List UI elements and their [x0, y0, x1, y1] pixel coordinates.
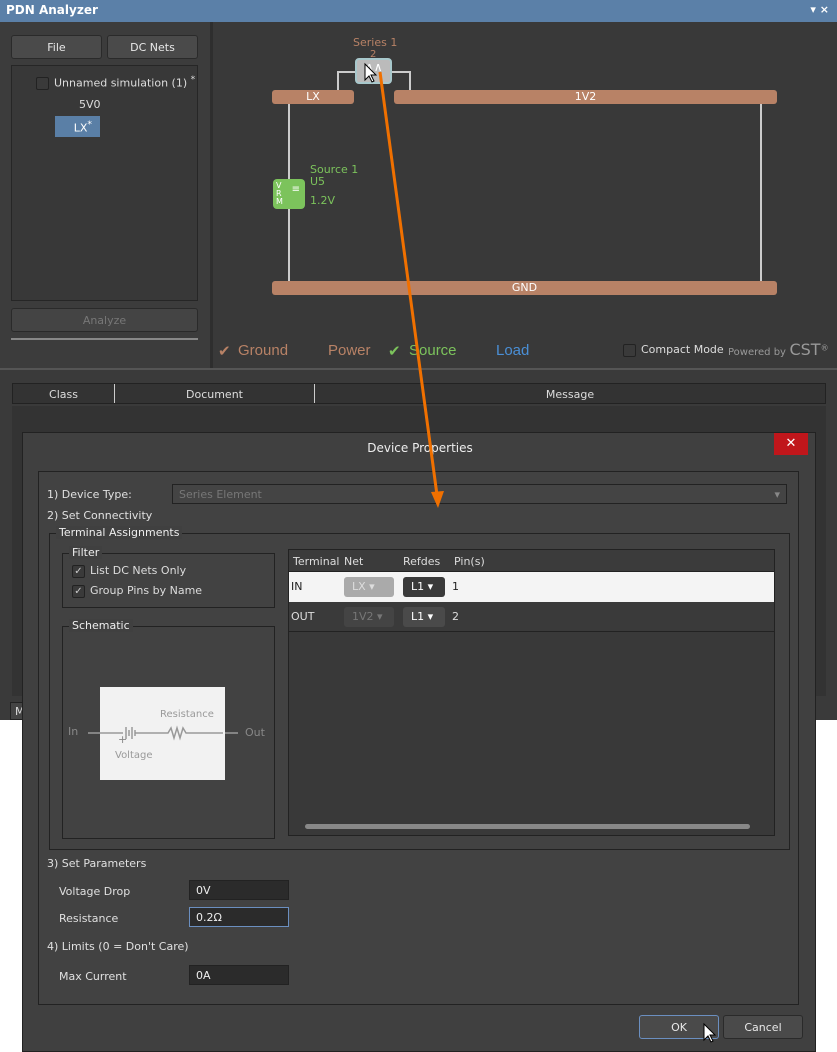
- vrm-source[interactable]: VRM ≡: [273, 179, 305, 209]
- resistance-label: Resistance: [59, 912, 119, 925]
- dialog-body: 1) Device Type: Series Element ▾ 2) Set C…: [38, 471, 799, 1005]
- table-row[interactable]: IN LX ▾ L1 ▾ 1: [289, 572, 774, 602]
- set-connectivity-label: 2) Set Connectivity: [47, 509, 153, 522]
- legend-ground[interactable]: Ground: [238, 342, 288, 359]
- window-controls[interactable]: ▾ ×: [810, 3, 829, 16]
- filter-group: Filter ✓ List DC Nets Only ✓ Group Pins by…: [62, 546, 275, 608]
- compact-mode-checkbox[interactable]: [623, 343, 636, 357]
- group-label: Schematic: [69, 619, 133, 632]
- net-bar-gnd[interactable]: GND: [272, 281, 777, 295]
- device-type-label: 1) Device Type:: [47, 488, 132, 501]
- plus-label: +: [118, 733, 128, 746]
- compact-mode-label: Compact Mode: [641, 343, 724, 356]
- simulation-label: Unnamed simulation (1): [54, 76, 188, 90]
- messages-header: Class Document Message: [12, 383, 826, 404]
- resistance-input[interactable]: 0.2Ω: [189, 907, 289, 927]
- terminal-table: Terminal Net Refdes Pin(s) IN LX ▾ L1 ▾ …: [288, 549, 775, 836]
- progress-line: [11, 338, 198, 340]
- refdes-select[interactable]: L1 ▾: [403, 577, 445, 597]
- refdes-select[interactable]: L1 ▾: [403, 607, 445, 627]
- dc-nets-button[interactable]: DC Nets: [107, 35, 198, 59]
- out-label: Out: [245, 726, 265, 739]
- group-pins-checkbox[interactable]: ✓ Group Pins by Name: [72, 584, 202, 598]
- column-message[interactable]: Message: [315, 384, 825, 403]
- voltage-drop-label: Voltage Drop: [59, 885, 131, 898]
- source-info: Source 1 U5 1.2V: [310, 163, 359, 207]
- modified-mark: *: [87, 119, 92, 130]
- source-check-icon: ✔: [388, 343, 401, 360]
- series-label: Series 1: [353, 36, 398, 49]
- table-row[interactable]: OUT 1V2 ▾ L1 ▾ 2: [289, 602, 774, 632]
- modified-mark: *: [190, 74, 196, 85]
- schematic-group: Schematic In Out Resistance + Voltage: [62, 619, 275, 839]
- ground-check-icon: ✔: [218, 343, 231, 360]
- max-current-input[interactable]: 0A: [189, 965, 289, 985]
- left-panel: File DC Nets Unnamed simulation (1) * 5V…: [0, 22, 210, 370]
- device-properties-dialog: Device Properties ✕ 1) Device Type: Seri…: [22, 432, 816, 1052]
- set-parameters-label: 3) Set Parameters: [47, 857, 147, 870]
- column-class[interactable]: Class: [13, 384, 115, 403]
- net-select[interactable]: LX ▾: [344, 577, 394, 597]
- series-element[interactable]: ∧∧: [355, 58, 392, 84]
- tree-item-5v0[interactable]: 5V0: [79, 98, 101, 111]
- group-label: Terminal Assignments: [56, 526, 183, 539]
- close-button[interactable]: ✕: [774, 433, 808, 455]
- terminal-assignments-group: Terminal Assignments Filter ✓ List DC Net…: [49, 526, 790, 850]
- simulation-tree: Unnamed simulation (1) * 5V0 LX*: [11, 65, 198, 301]
- resistance-label: Resistance: [160, 709, 214, 720]
- limits-label: 4) Limits (0 = Don't Care): [47, 940, 189, 953]
- legend-power[interactable]: Power: [328, 342, 371, 359]
- dialog-title: Device Properties: [367, 441, 473, 455]
- in-label: In: [68, 725, 79, 738]
- table-header: Terminal Net Refdes Pin(s): [289, 550, 774, 572]
- net-select[interactable]: 1V2 ▾: [344, 607, 394, 627]
- legend-load[interactable]: Load: [496, 342, 529, 359]
- tree-item-lx[interactable]: LX*: [55, 116, 100, 137]
- device-type-select[interactable]: Series Element ▾: [172, 484, 787, 504]
- group-label: Filter: [69, 546, 103, 559]
- simulation-checkbox[interactable]: [36, 77, 49, 91]
- ok-button[interactable]: OK: [639, 1015, 719, 1039]
- max-current-label: Max Current: [59, 970, 127, 983]
- column-document[interactable]: Document: [115, 384, 315, 403]
- window-title: PDN Analyzer: [6, 3, 98, 17]
- file-button[interactable]: File: [11, 35, 102, 59]
- voltage-label: Voltage: [115, 750, 153, 761]
- title-bar: PDN Analyzer ▾ ×: [0, 0, 837, 22]
- analyze-button[interactable]: Analyze: [11, 308, 198, 332]
- tree-item-simulation[interactable]: Unnamed simulation (1) *: [36, 74, 196, 91]
- net-label: LX: [73, 121, 88, 135]
- cancel-button[interactable]: Cancel: [723, 1015, 803, 1039]
- net-bar-1v2[interactable]: 1V2: [394, 90, 777, 104]
- diagram-canvas[interactable]: Series 1 2 ∧∧ LX 1V2 VRM ≡ Source 1 U5 1.2V…: [213, 22, 837, 370]
- compact-mode-toggle[interactable]: Compact Mode: [623, 343, 724, 357]
- list-dc-nets-checkbox[interactable]: ✓ List DC Nets Only: [72, 564, 186, 578]
- voltage-drop-input[interactable]: 0V: [189, 880, 289, 900]
- net-bar-lx[interactable]: LX: [272, 90, 354, 104]
- legend-source[interactable]: Source: [409, 342, 457, 359]
- horizontal-scrollbar[interactable]: [305, 824, 750, 829]
- powered-by-logo: Powered by CST®: [728, 340, 829, 359]
